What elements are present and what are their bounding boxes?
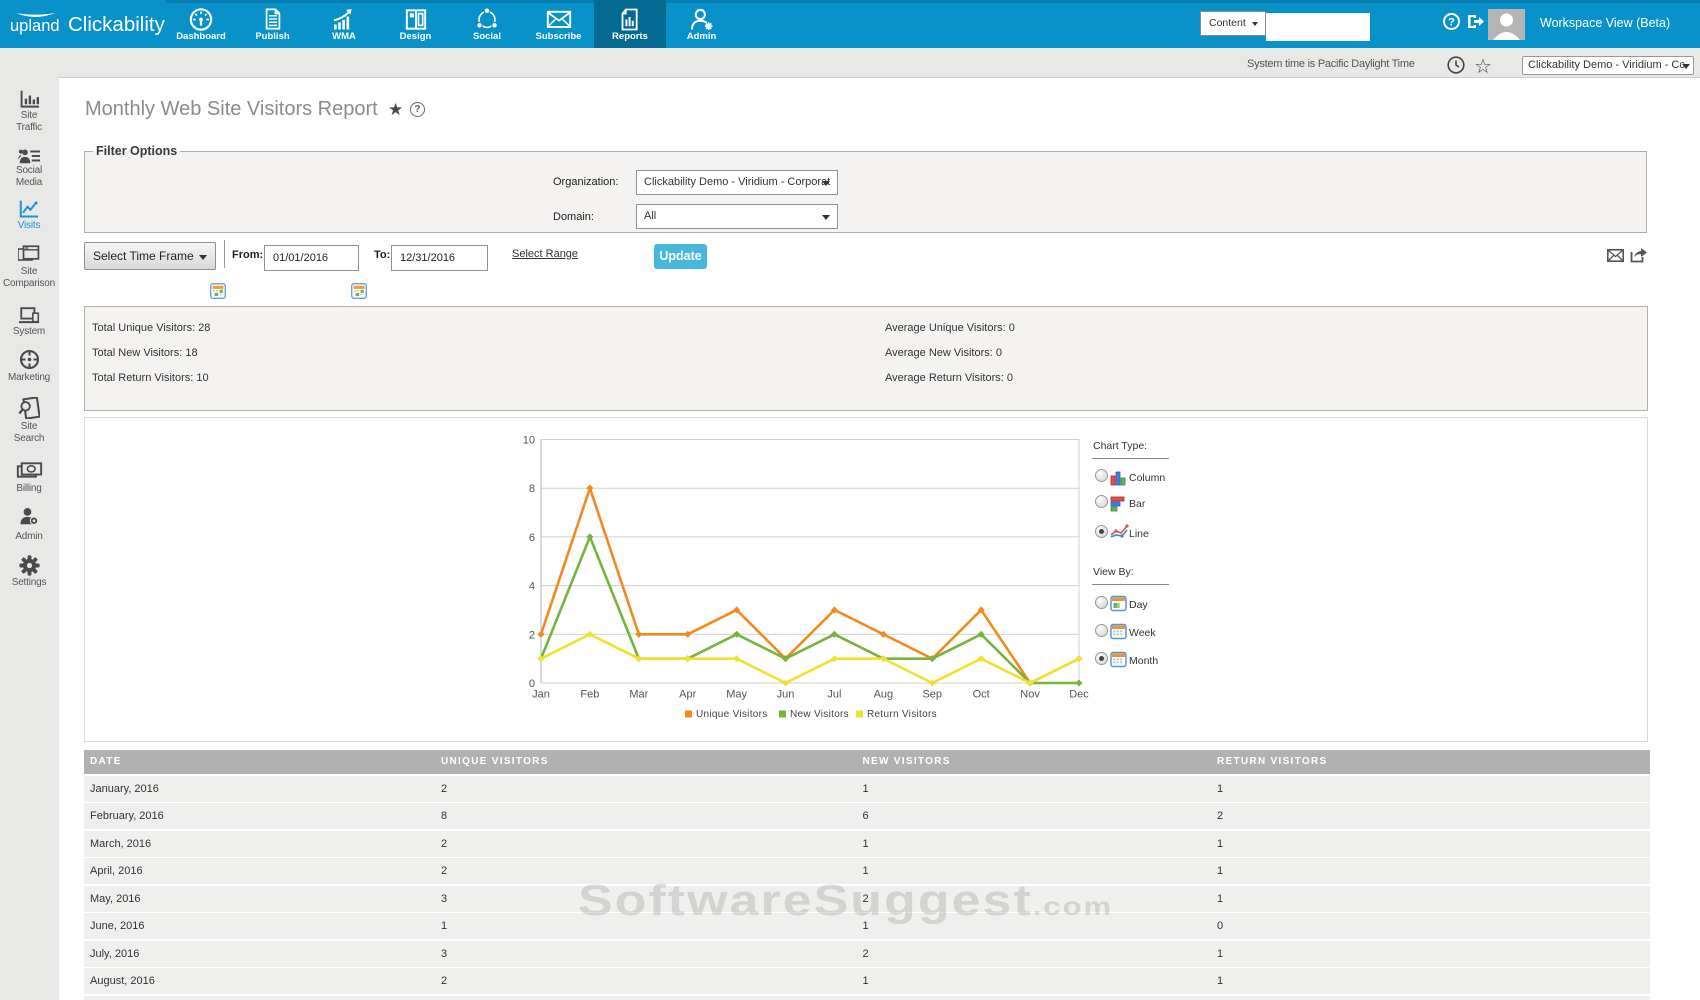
svg-text:8: 8 [529, 483, 535, 495]
svg-text:?: ? [1448, 17, 1455, 29]
svg-text:Mar: Mar [629, 689, 648, 701]
svg-text:Nov: Nov [1020, 689, 1040, 701]
svg-text:Return Visitors: Return Visitors [867, 709, 937, 720]
svg-text:Aug: Aug [874, 689, 894, 701]
svg-text:6: 6 [529, 532, 535, 544]
svg-text:Unique Visitors: Unique Visitors [696, 709, 768, 720]
svg-text:New Visitors: New Visitors [790, 709, 849, 720]
svg-text:Sep: Sep [922, 689, 942, 701]
svg-text:2: 2 [529, 629, 535, 641]
svg-text:Feb: Feb [580, 689, 599, 701]
svg-text:4: 4 [529, 581, 535, 593]
svg-text:Jul: Jul [827, 689, 841, 701]
svg-text:Dec: Dec [1069, 689, 1089, 701]
svg-text:10: 10 [523, 435, 535, 447]
svg-text:Apr: Apr [679, 689, 696, 701]
svg-text:Jan: Jan [532, 689, 550, 701]
svg-text:Oct: Oct [973, 689, 990, 701]
svg-text:May: May [726, 689, 747, 701]
svg-text:Jun: Jun [777, 689, 795, 701]
svg-text:10: 10 [1117, 604, 1123, 610]
